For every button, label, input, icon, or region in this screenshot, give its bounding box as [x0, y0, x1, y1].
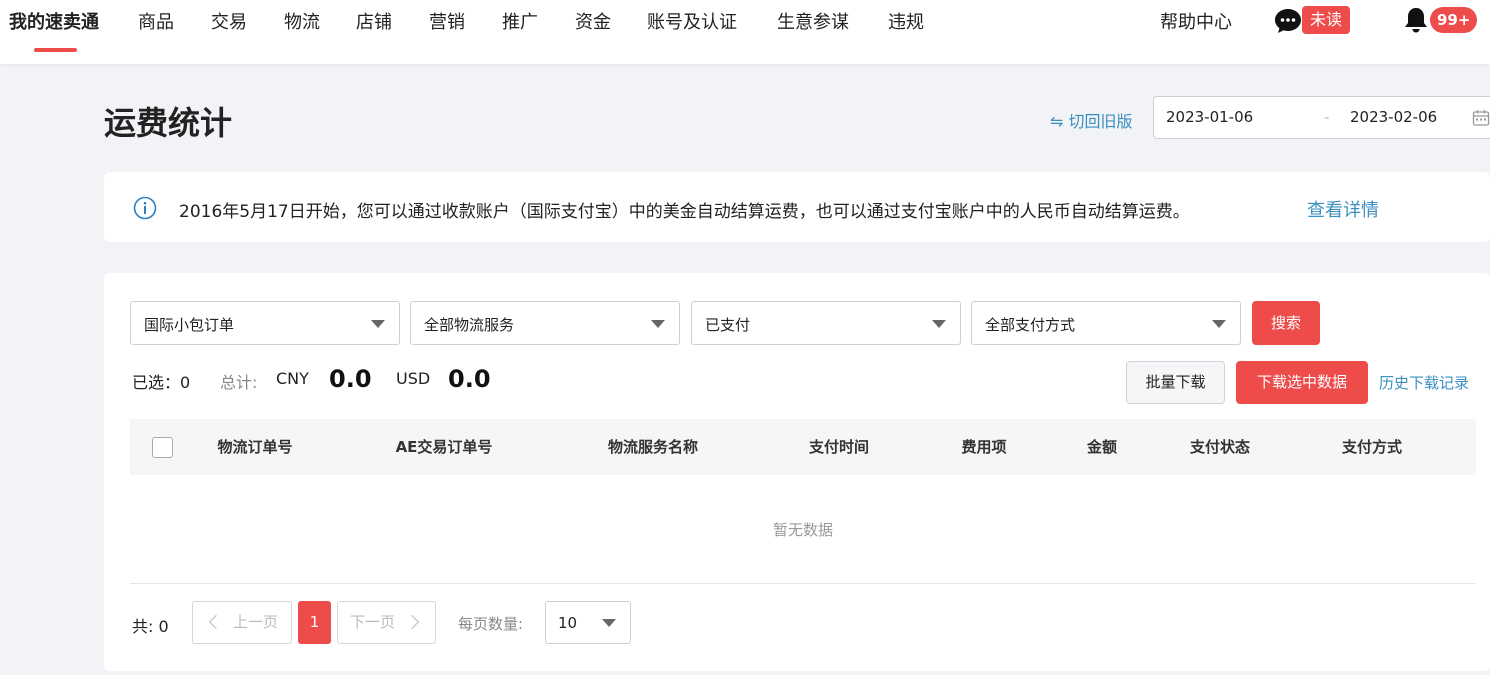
- page-1-button[interactable]: 1: [298, 601, 331, 644]
- chevron-left-icon: [208, 614, 224, 630]
- nav-business-advisor[interactable]: 生意参谋: [777, 8, 849, 34]
- caret-down-icon: [371, 320, 385, 328]
- notification-count-badge: 99+: [1430, 7, 1478, 33]
- info-text: 2016年5月17日开始，您可以通过收款账户（国际支付宝）中的美金自动结算运费，…: [179, 202, 1190, 222]
- selected-label: 已选：: [132, 373, 181, 392]
- nav-transactions[interactable]: 交易: [211, 8, 247, 34]
- order-type-value: 国际小包订单: [144, 316, 235, 334]
- bell-icon[interactable]: [1403, 6, 1429, 34]
- prev-page-button[interactable]: 上一页: [192, 601, 292, 644]
- pay-status-value: 已支付: [705, 316, 751, 334]
- divider: [130, 583, 1476, 584]
- cny-value: 0.0: [329, 365, 372, 393]
- nav-logistics[interactable]: 物流: [284, 8, 320, 34]
- next-page-button[interactable]: 下一页: [337, 601, 436, 644]
- download-history-link[interactable]: 历史下载记录: [1379, 372, 1469, 393]
- nav-marketing[interactable]: 营销: [429, 8, 465, 34]
- col-pay-time: 支付时间: [808, 438, 870, 456]
- calendar-icon[interactable]: [1472, 109, 1490, 127]
- nav-active-indicator: [34, 48, 77, 52]
- switch-old-version-link[interactable]: ⇋ 切回旧版: [1050, 108, 1133, 132]
- date-separator: -: [1324, 108, 1330, 126]
- logistics-service-select[interactable]: 全部物流服务: [410, 301, 680, 345]
- caret-down-icon: [932, 320, 946, 328]
- col-ae-order-no: AE交易订单号: [395, 438, 493, 456]
- pay-method-value: 全部支付方式: [985, 316, 1076, 334]
- date-range-picker[interactable]: 2023-01-06 - 2023-02-06: [1153, 96, 1490, 139]
- caret-down-icon: [1212, 320, 1226, 328]
- chevron-right-icon: [404, 614, 420, 630]
- freight-panel: 国际小包订单 全部物流服务 已支付 全部支付方式 搜索 已选：0 总计: CNY…: [104, 273, 1490, 671]
- per-page-label: 每页数量:: [458, 615, 524, 633]
- col-amount: 金额: [1086, 438, 1118, 456]
- total-label: 总计:: [220, 373, 258, 392]
- selected-value: 0: [180, 373, 191, 392]
- download-selected-button[interactable]: 下载选中数据: [1236, 361, 1368, 404]
- nav-funds[interactable]: 资金: [575, 8, 611, 34]
- cny-label: CNY: [276, 369, 309, 388]
- col-fee-item: 费用项: [961, 438, 1007, 456]
- pay-status-select[interactable]: 已支付: [691, 301, 961, 345]
- col-pay-status: 支付状态: [1189, 438, 1251, 456]
- help-center-link[interactable]: 帮助中心: [1160, 8, 1232, 34]
- col-pay-method: 支付方式: [1341, 438, 1403, 456]
- batch-download-button[interactable]: 批量下载: [1126, 361, 1225, 404]
- nav-my-aliexpress[interactable]: 我的速卖通: [9, 8, 99, 34]
- date-end[interactable]: 2023-02-06: [1350, 108, 1437, 126]
- info-icon: [133, 196, 157, 220]
- selected-count: 已选：0: [132, 369, 190, 393]
- logistics-service-value: 全部物流服务: [424, 316, 515, 334]
- caret-down-icon: [602, 619, 616, 627]
- pay-method-select[interactable]: 全部支付方式: [971, 301, 1241, 345]
- col-logistics-order-no: 物流订单号: [217, 438, 293, 456]
- per-page-select[interactable]: 10: [545, 601, 631, 644]
- per-page-value: 10: [558, 614, 578, 632]
- usd-label: USD: [396, 369, 431, 388]
- caret-down-icon: [651, 320, 665, 328]
- nav-store[interactable]: 店铺: [356, 8, 392, 34]
- search-button[interactable]: 搜索: [1252, 301, 1320, 345]
- order-type-select[interactable]: 国际小包订单: [130, 301, 400, 345]
- view-details-link[interactable]: 查看详情: [1307, 196, 1379, 222]
- table-header: 物流订单号 AE交易订单号 物流服务名称 支付时间 费用项 金额 支付状态 支付…: [130, 419, 1476, 475]
- col-logistics-service-name: 物流服务名称: [607, 438, 699, 456]
- nav-account[interactable]: 账号及认证: [647, 8, 737, 34]
- nav-products[interactable]: 商品: [138, 8, 174, 34]
- nav-violations[interactable]: 违规: [888, 8, 924, 34]
- empty-state: 暂无数据: [772, 521, 833, 539]
- unread-badge[interactable]: 未读: [1302, 6, 1351, 34]
- date-start[interactable]: 2023-01-06: [1166, 108, 1253, 126]
- usd-value: 0.0: [448, 365, 491, 393]
- total-count: 共: 0: [132, 617, 169, 636]
- info-notice: 2016年5月17日开始，您可以通过收款账户（国际支付宝）中的美金自动结算运费，…: [104, 172, 1490, 242]
- top-navigation: 我的速卖通 商品 交易 物流 店铺 营销 推广 资金 账号及认证 生意参谋 违规…: [0, 0, 1490, 64]
- page-title: 运费统计: [104, 104, 233, 142]
- chat-icon[interactable]: [1274, 8, 1302, 34]
- nav-promotion[interactable]: 推广: [502, 8, 538, 34]
- select-all-checkbox[interactable]: [152, 437, 173, 458]
